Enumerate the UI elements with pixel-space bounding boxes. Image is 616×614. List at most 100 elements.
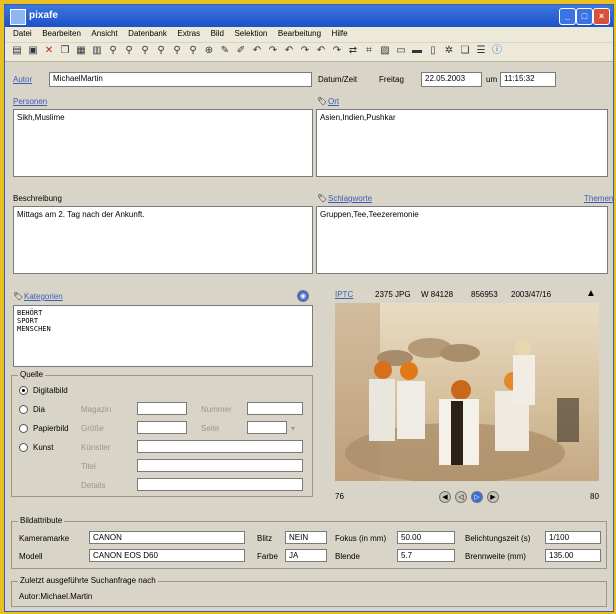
search-icon[interactable]: ⚲	[155, 45, 167, 57]
camera-icon[interactable]: ▲	[586, 288, 596, 299]
magazin-label: Magazin	[81, 405, 112, 414]
document-icon[interactable]: ▯	[427, 45, 439, 57]
titel-field[interactable]	[137, 459, 303, 472]
themen-label[interactable]: Themen	[584, 194, 613, 203]
menu-datenbank[interactable]: Datenbank	[128, 29, 167, 38]
rotate-right-icon[interactable]: ↷	[267, 45, 279, 57]
photo-preview[interactable]	[335, 303, 599, 481]
transfer-icon[interactable]: ⇄	[347, 45, 359, 57]
search-prev-icon[interactable]: ⚲	[171, 45, 183, 57]
ort-field[interactable]: Asien,Indien,Pushkar	[316, 109, 608, 177]
undo-icon[interactable]: ↶	[315, 45, 327, 57]
seite-field[interactable]	[247, 421, 287, 434]
menu-datei[interactable]: Datei	[13, 29, 32, 38]
modell-field[interactable]: CANON EOS D60	[89, 549, 245, 562]
search-next-icon[interactable]: ⚲	[187, 45, 199, 57]
redo-icon[interactable]: ↷	[331, 45, 343, 57]
menu-hilfe[interactable]: Hilfe	[332, 29, 348, 38]
time-field[interactable]: 11:15:32	[500, 72, 556, 87]
date-field[interactable]: 22.05.2003	[421, 72, 482, 87]
edit-icon[interactable]: ✎	[219, 45, 231, 57]
image-dimensions: W 84128	[421, 290, 454, 299]
farbe-field[interactable]: JA	[285, 549, 327, 562]
radio-kunst[interactable]	[19, 443, 28, 452]
weekday-label: Freitag	[379, 75, 404, 84]
menu-ansicht[interactable]: Ansicht	[91, 29, 117, 38]
iptc-label[interactable]: IPTC	[335, 290, 353, 299]
paste-icon[interactable]: ▦	[75, 45, 87, 57]
title-bar: pixafe _ □ ×	[5, 5, 613, 27]
details-field[interactable]	[137, 478, 303, 491]
menu-extras[interactable]: Extras	[177, 29, 200, 38]
schlagworte-tag-icon: 🏷	[317, 194, 328, 203]
image-icon[interactable]: ▨	[379, 45, 391, 57]
copy-icon[interactable]: ❐	[59, 45, 71, 57]
flip-icon[interactable]: ↷	[299, 45, 311, 57]
window-title: pixafe	[29, 10, 58, 21]
schlagworte-label[interactable]: Schlagworte	[328, 194, 372, 203]
globe-icon[interactable]: ◉	[297, 290, 309, 302]
quelle-title: Quelle	[18, 370, 46, 379]
radio-papierbild[interactable]	[19, 424, 28, 433]
menu-bearbeiten[interactable]: Bearbeiten	[42, 29, 81, 38]
schlagworte-field[interactable]: Gruppen,Tee,Teezeremonie	[316, 206, 608, 274]
bar-icon[interactable]: ▬	[411, 45, 423, 57]
minimize-button[interactable]: _	[559, 8, 576, 25]
belichtung-field[interactable]: 1/100	[545, 531, 601, 544]
print-icon[interactable]: ▥	[91, 45, 103, 57]
seite-dropdown-icon[interactable]: ▾	[291, 424, 295, 433]
kuenstler-label: Künstler	[81, 443, 111, 452]
right-number: 80	[590, 492, 599, 501]
save-icon[interactable]: ▣	[27, 45, 39, 57]
brennweite-label: Brennweite (mm)	[465, 552, 526, 561]
groesse-field[interactable]	[137, 421, 187, 434]
next-icon[interactable]: ▷	[471, 491, 483, 503]
pen-icon[interactable]: ✐	[235, 45, 247, 57]
open-icon[interactable]: ▤	[11, 45, 23, 57]
kategorie-item: SPORT	[17, 317, 39, 325]
kategorien-label[interactable]: Kategorien	[24, 292, 63, 301]
kuenstler-field[interactable]	[137, 440, 303, 453]
delete-icon[interactable]: ✕	[43, 45, 55, 57]
zoom-icon[interactable]: ⊕	[203, 45, 215, 57]
close-button[interactable]: ×	[593, 8, 610, 25]
personen-field[interactable]: Sikh,Muslime	[13, 109, 313, 177]
kameramarke-field[interactable]: CANON	[89, 531, 245, 544]
first-icon[interactable]: ◀	[439, 491, 451, 503]
info-icon[interactable]: ⓘ	[491, 45, 503, 57]
settings-icon[interactable]: ✲	[443, 45, 455, 57]
personen-label[interactable]: Personen	[13, 97, 47, 106]
brennweite-field[interactable]: 135.00	[545, 549, 601, 562]
window-icon[interactable]: ❏	[459, 45, 471, 57]
ort-label[interactable]: Ort	[328, 97, 339, 106]
fokus-field[interactable]: 50.00	[397, 531, 455, 544]
blitz-field[interactable]: NEIN	[285, 531, 327, 544]
crop-icon[interactable]: ⌗	[363, 45, 375, 57]
nummer-label: Nummer	[201, 405, 232, 414]
find-next-icon[interactable]: ⚲	[123, 45, 135, 57]
seite-label: Seite	[201, 424, 220, 433]
menu-bearbeitung[interactable]: Bearbeitung	[278, 29, 321, 38]
menu-bild[interactable]: Bild	[211, 29, 224, 38]
maximize-button[interactable]: □	[576, 8, 593, 25]
find-icon[interactable]: ⚲	[107, 45, 119, 57]
kategorien-field[interactable]: BEHÖRT SPORT MENSCHEN	[13, 305, 313, 367]
image-filetype: 2375 JPG	[375, 290, 411, 299]
magazin-field[interactable]	[137, 402, 187, 415]
radio-dia[interactable]	[19, 405, 28, 414]
last-icon[interactable]: ▶	[487, 491, 499, 503]
rotate-left-icon[interactable]: ↶	[251, 45, 263, 57]
monitor-icon[interactable]: ▭	[395, 45, 407, 57]
nummer-field[interactable]	[247, 402, 303, 415]
blende-field[interactable]: 5.7	[397, 549, 455, 562]
autor-label[interactable]: Autor	[13, 75, 32, 84]
menu-selektion[interactable]: Selektion	[234, 29, 267, 38]
rotate-icon[interactable]: ↶	[283, 45, 295, 57]
farbe-label: Farbe	[257, 552, 278, 561]
list-icon[interactable]: ☰	[475, 45, 487, 57]
radio-digitalbild[interactable]	[19, 386, 28, 395]
autor-field[interactable]: MichaelMartin	[49, 72, 312, 87]
prev-icon[interactable]: ◁	[455, 491, 467, 503]
find-all-icon[interactable]: ⚲	[139, 45, 151, 57]
beschreibung-field[interactable]: Mittags am 2. Tag nach der Ankunft.	[13, 206, 313, 274]
